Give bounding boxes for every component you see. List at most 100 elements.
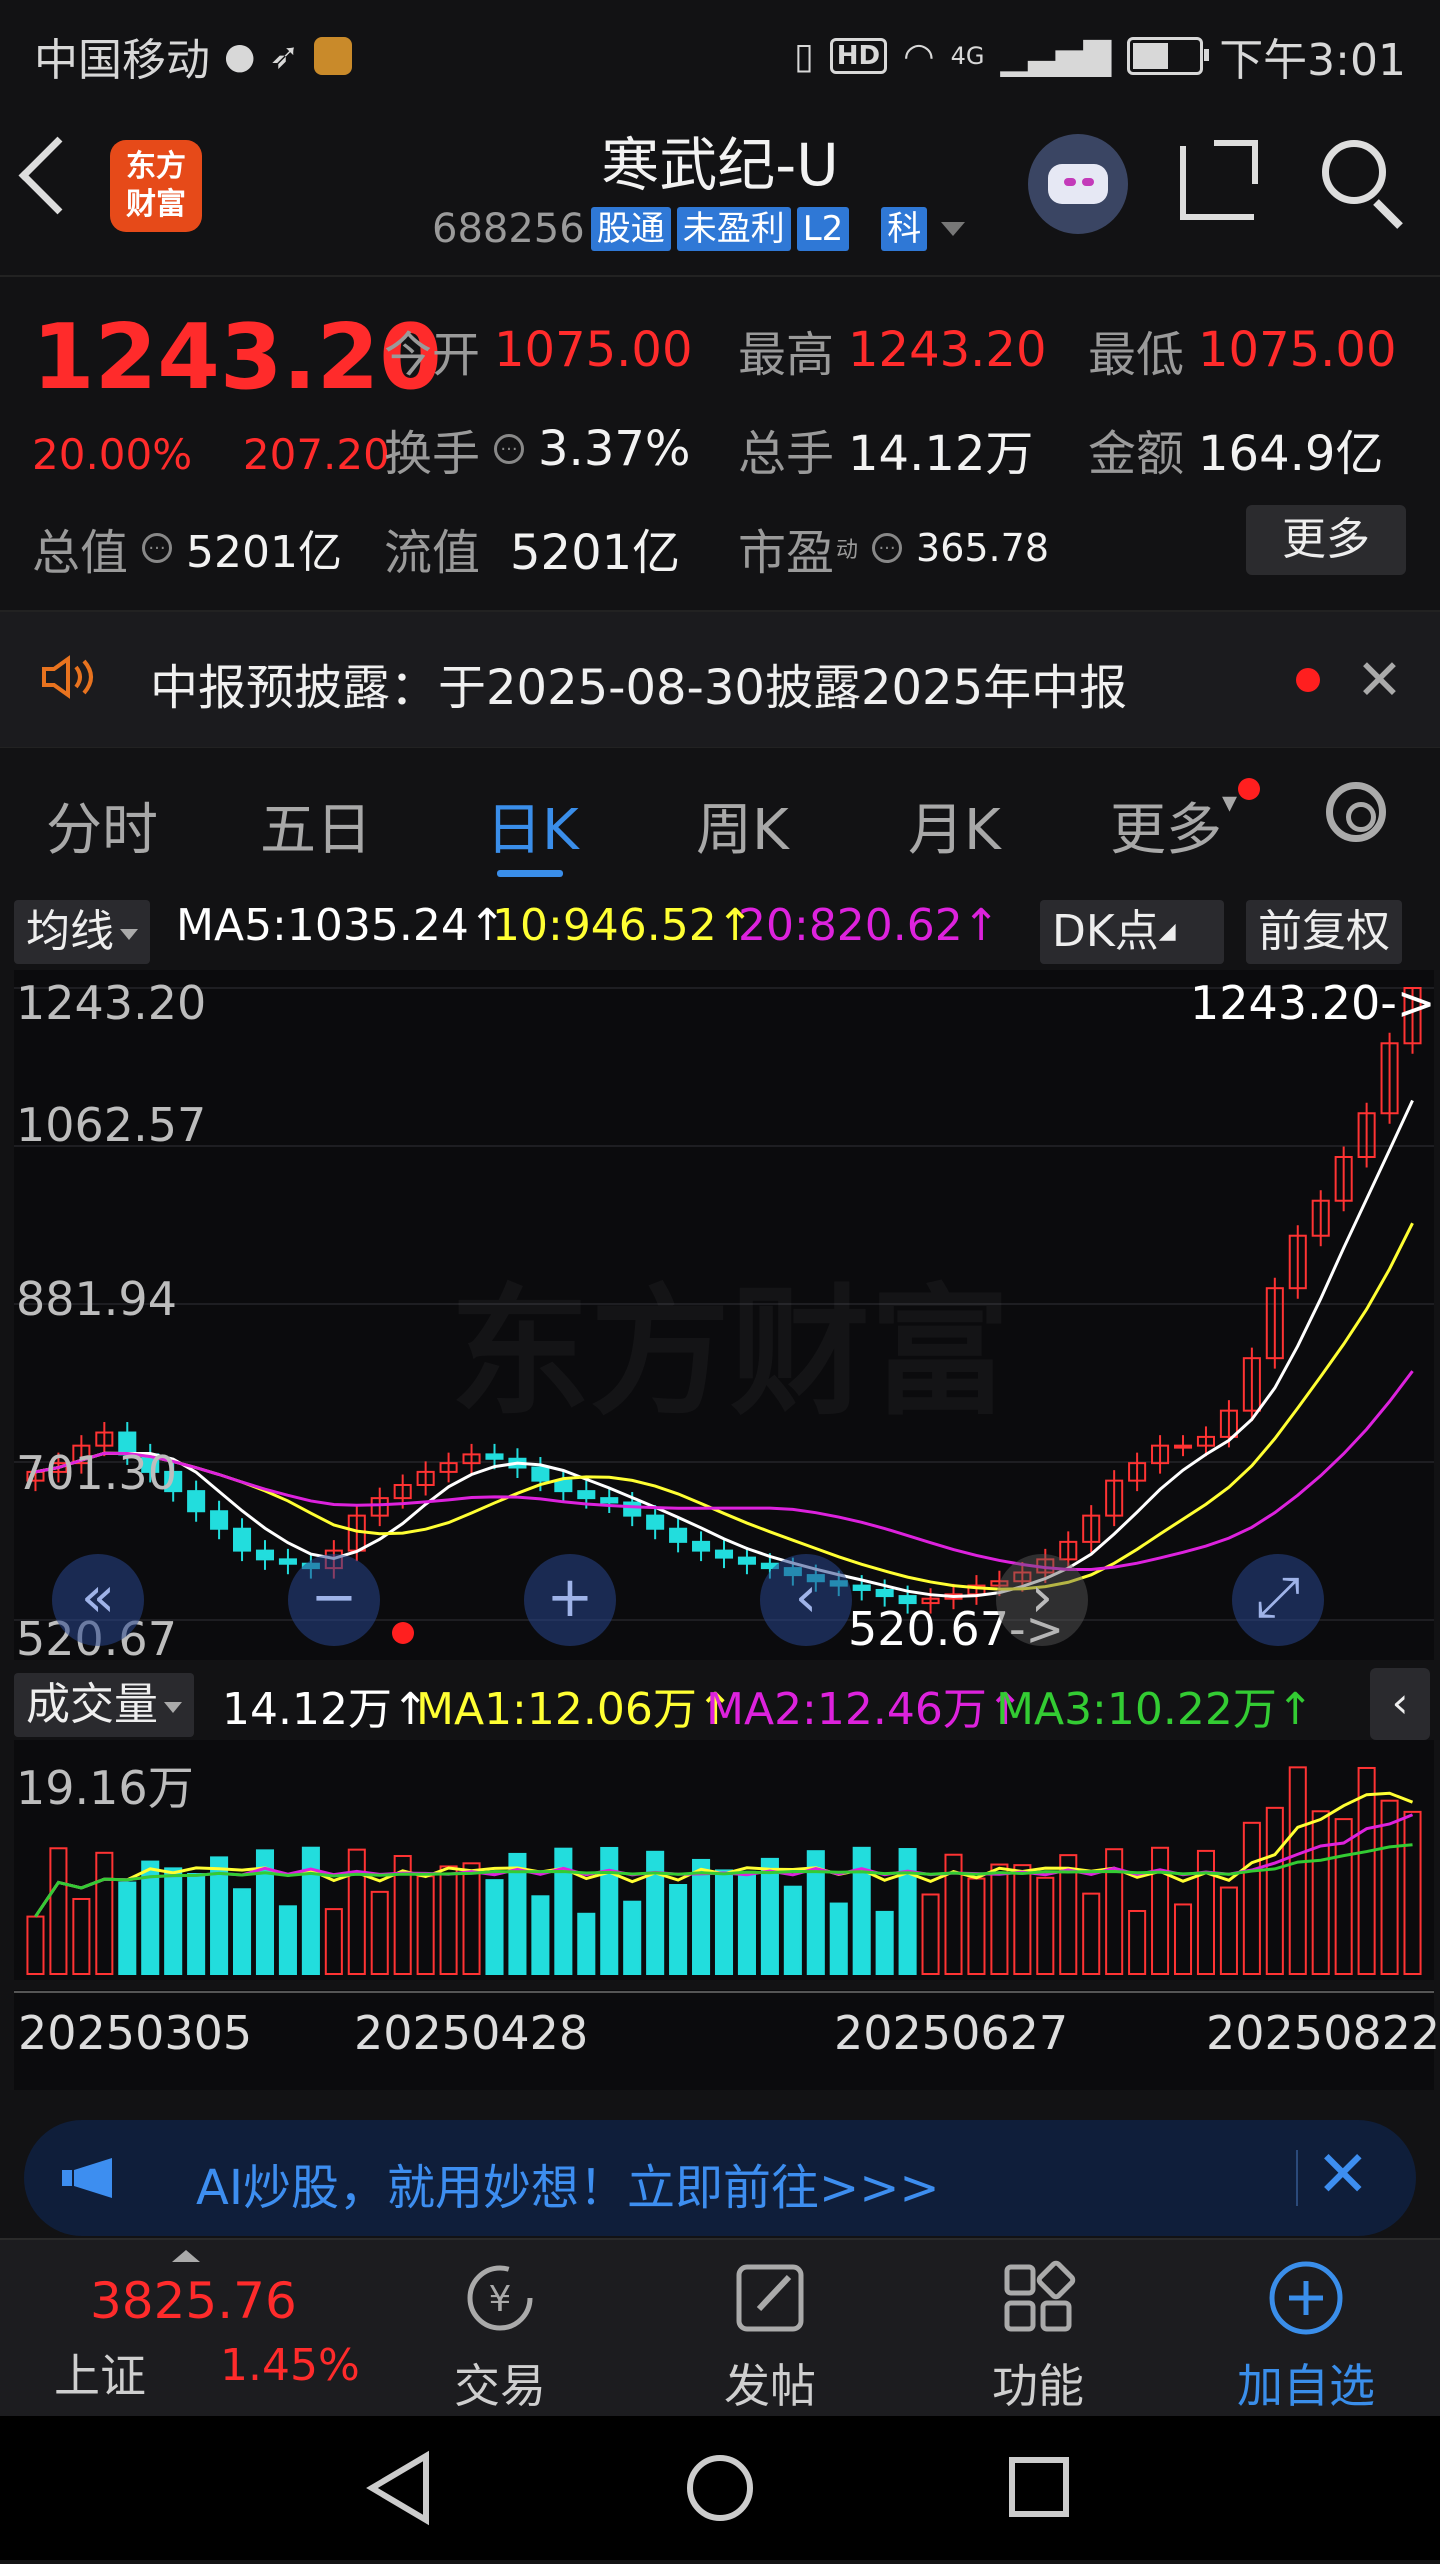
collapse-panel-button[interactable]: ‹ <box>1370 1668 1430 1740</box>
signal-icon: ▁▃▅▇ <box>1000 35 1112 77</box>
more-stats-button[interactable]: 更多 <box>1246 505 1406 575</box>
volume-bar <box>1311 1810 1330 1975</box>
expand-icon[interactable]: ⤢ <box>1232 1554 1324 1646</box>
event-dot <box>392 1622 414 1644</box>
plus-icon[interactable]: + <box>524 1554 616 1646</box>
candle <box>623 1501 642 1517</box>
wechat-icon: ● <box>224 35 256 77</box>
stock-code: 688256 <box>432 206 585 252</box>
share-arrow-icon <box>1214 140 1258 184</box>
volume-ma1: MA1:12.06万↑ <box>416 1684 734 1735</box>
watermark: 东方财富 <box>450 1240 1010 1442</box>
nav-post[interactable]: 发帖 <box>680 2250 860 2416</box>
volume-bar <box>921 1893 940 1975</box>
left-arrow-icon[interactable]: ‹ <box>760 1554 852 1646</box>
candle <box>233 1527 252 1552</box>
volume-bar <box>187 1873 206 1975</box>
divider <box>1296 2150 1298 2206</box>
gear-icon[interactable] <box>1326 782 1386 842</box>
price-change: 20.00% 207.20 <box>32 430 390 479</box>
status-bar: 中国移动 ● ➶ ▯ HD ◠ 4G ▁▃▅▇ 下午3:01 <box>0 0 1440 100</box>
expand-up-icon[interactable] <box>172 2250 200 2262</box>
nav-add-watchlist[interactable]: 加自选 <box>1216 2250 1396 2416</box>
stock-subtitle[interactable]: 688256 股通 未盈利 L2 科 <box>432 206 966 252</box>
date-label-3: 20250627 <box>834 2006 1069 2060</box>
close-icon[interactable]: ✕ <box>1356 648 1403 713</box>
double-left-arrow-icon[interactable]: « <box>52 1554 144 1646</box>
megaphone-icon <box>62 2158 112 2198</box>
volume-bar <box>95 1851 114 1975</box>
volume-bar <box>600 1846 619 1975</box>
volume-ma3: MA3:10.22万↑ <box>996 1684 1314 1735</box>
tab-intraday[interactable]: 分时 <box>46 785 158 866</box>
change-percent: 20.00% <box>32 430 193 479</box>
volume-bar <box>623 1900 642 1975</box>
ma20-value: 20:820.62↑ <box>738 900 1000 951</box>
dk-point-button[interactable]: DK点◢ <box>1040 900 1224 964</box>
volume-chart[interactable] <box>14 1740 1434 1980</box>
candle <box>714 1549 734 1559</box>
volume-bar <box>233 1888 252 1976</box>
volume-max-label: 19.16万 <box>16 1761 194 1815</box>
volume-bar <box>531 1895 550 1976</box>
volume-total: 14.12万↑ <box>222 1684 429 1735</box>
adjust-button[interactable]: 前复权 <box>1246 900 1402 964</box>
volume-bar <box>692 1858 711 1975</box>
trade-icon: ¥ <box>467 2265 533 2331</box>
index-name[interactable]: 上证 <box>54 2340 146 2406</box>
volume-bar <box>1196 1849 1216 1975</box>
volume-bar <box>783 1885 802 1976</box>
nav-trade[interactable]: ¥ 交易 <box>410 2250 590 2416</box>
home-nav-icon[interactable] <box>687 2455 753 2521</box>
index-change[interactable]: 1.45% <box>220 2340 360 2391</box>
vibrate-icon: ▯ <box>793 35 814 77</box>
volume-bar <box>485 1879 504 1975</box>
volume-stat: 总手 14.12万 <box>738 426 1034 482</box>
volume-bar <box>278 1905 297 1975</box>
candle <box>210 1510 229 1530</box>
volume-bar <box>118 1881 137 1975</box>
volume-bar <box>347 1848 366 1975</box>
volume-bar <box>577 1912 596 1975</box>
back-nav-icon[interactable] <box>366 2450 429 2526</box>
candle <box>737 1556 756 1565</box>
open-stat: 今开 1075.00 <box>384 322 693 383</box>
close-banner-icon[interactable]: ✕ <box>1316 2138 1370 2212</box>
volume-bar <box>875 1910 894 1975</box>
tab-daily-k[interactable]: 日K <box>486 785 579 866</box>
volume-bar <box>1151 1846 1170 1975</box>
volume-bar <box>462 1862 481 1975</box>
tab-weekly-k[interactable]: 周K <box>696 785 789 866</box>
info-dots-icon: ··· <box>494 434 525 464</box>
tab-five-day[interactable]: 五日 <box>260 785 372 866</box>
index-value[interactable]: 3825.76 <box>90 2272 297 2330</box>
volume-bar <box>164 1867 183 1975</box>
candle <box>531 1466 550 1482</box>
hd-icon: HD <box>829 38 888 74</box>
minus-icon[interactable]: − <box>288 1554 380 1646</box>
candle <box>187 1490 206 1513</box>
volume-select[interactable]: 成交量 <box>14 1673 194 1737</box>
nav-functions[interactable]: 功能 <box>948 2250 1128 2416</box>
search-icon[interactable] <box>1322 140 1386 204</box>
volume-bar <box>1128 1909 1147 1976</box>
volume-bar <box>26 1915 45 1976</box>
ai-robot-avatar[interactable] <box>1028 134 1128 234</box>
tab-monthly-k[interactable]: 月K <box>908 785 1001 866</box>
notice-text[interactable]: 中报预披露：于2025-08-30披露2025年中报 <box>150 648 1127 718</box>
volume-bar <box>898 1848 917 1975</box>
last-price-marker: 1243.20-> <box>1190 976 1436 1030</box>
tab-more[interactable]: 更多▾ <box>1110 785 1237 866</box>
ai-promo-text[interactable]: AI炒股，就用妙想！立即前往>>> <box>196 2148 940 2218</box>
candle <box>278 1558 297 1565</box>
volume-svg <box>26 1766 1422 1976</box>
right-arrow-icon[interactable]: › <box>996 1554 1088 1646</box>
volume-bar <box>760 1857 779 1975</box>
volume-bar <box>324 1908 343 1975</box>
carrier-label: 中国移动 <box>34 35 210 86</box>
ma-select[interactable]: 均线 <box>14 900 150 964</box>
recents-nav-icon[interactable] <box>1009 2457 1069 2517</box>
volume-ma2: MA2:12.46万↑ <box>706 1684 1024 1735</box>
volume-bar <box>1173 1903 1193 1975</box>
grid-icon <box>1004 2260 1076 2332</box>
